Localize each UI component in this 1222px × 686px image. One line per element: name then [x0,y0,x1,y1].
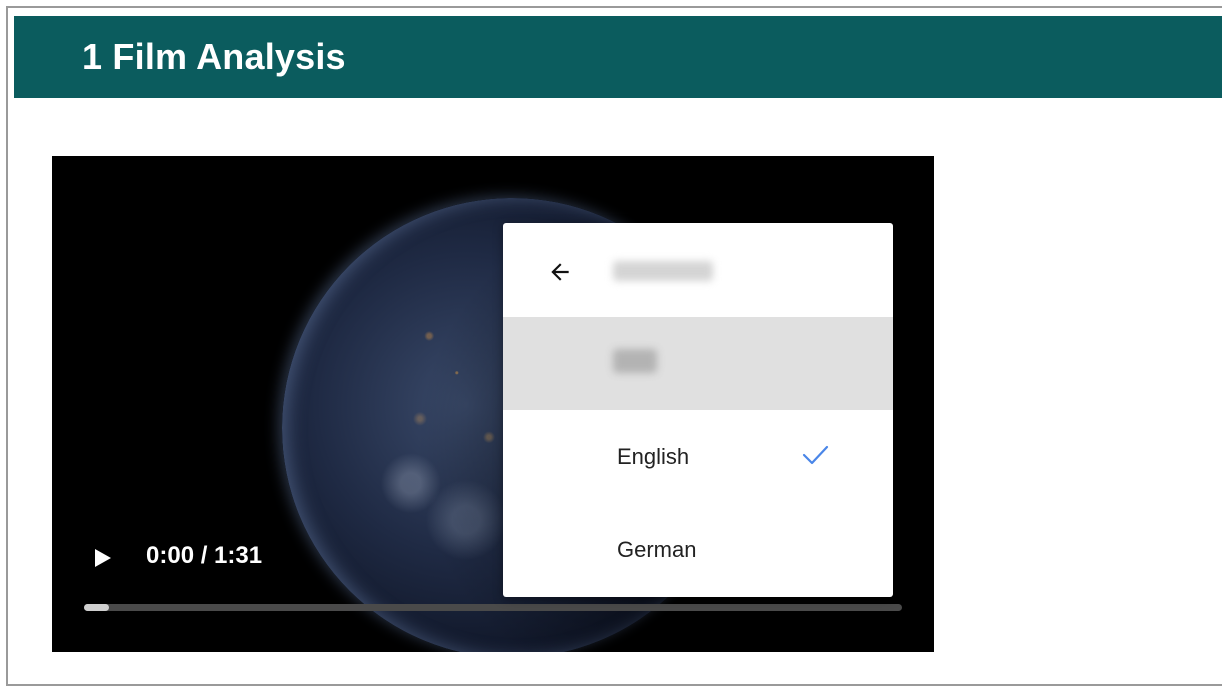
menu-item-label-blurred [613,349,657,373]
menu-item-blurred[interactable] [503,317,893,410]
menu-item-english[interactable]: English [503,410,893,503]
progress-track[interactable] [84,604,902,611]
page-title: 1 Film Analysis [82,36,346,77]
language-menu: English German [503,223,893,597]
play-icon [95,549,111,567]
check-icon [802,445,829,465]
menu-item-label: German [617,537,697,562]
arrow-left-icon [551,263,569,281]
menu-back-button[interactable] [547,259,573,285]
menu-header-label-blurred [613,261,713,281]
play-button[interactable] [90,546,114,570]
progress-fill [84,604,109,611]
time-display: 0:00 / 1:31 [146,542,263,569]
menu-item-german[interactable]: German [503,503,893,596]
section-header: 1 Film Analysis [14,16,1222,98]
menu-item-label: English [617,444,690,469]
